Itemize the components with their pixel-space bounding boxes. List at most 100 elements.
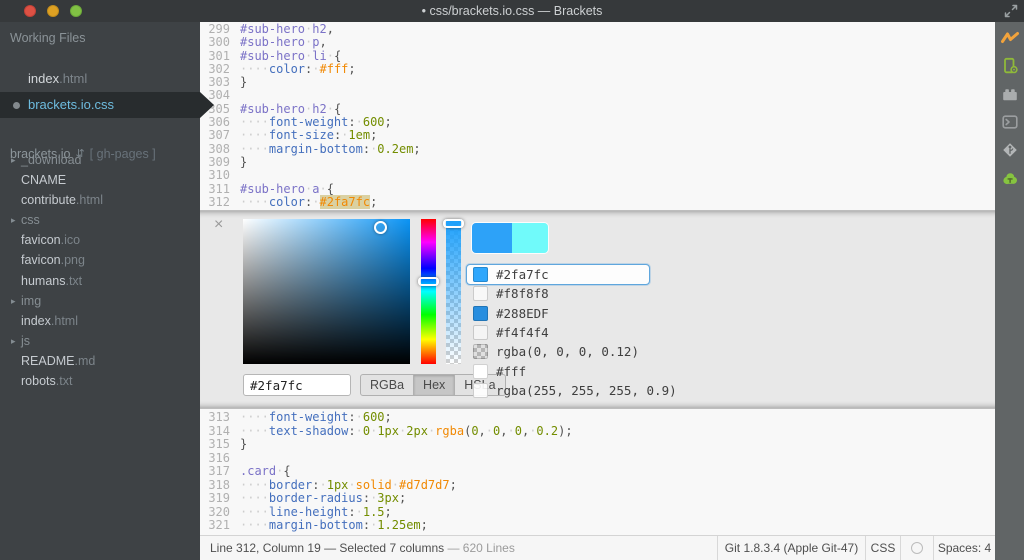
file-name: favicon [21, 233, 61, 247]
code-line[interactable]: 315} [200, 438, 995, 452]
folder-disclosure-icon: ▸ [11, 331, 16, 351]
tree-item-file[interactable]: index.html [0, 311, 200, 331]
cursor-position-status: Line 312, Column 19 — Selected 7 columns… [200, 541, 717, 555]
code-token: ); [558, 424, 572, 438]
color-swatch-item[interactable]: #288EDF [467, 304, 649, 323]
color-swatch-label: #f8f8f8 [496, 286, 549, 301]
code-token: font-weight [269, 115, 348, 129]
code-line[interactable]: 300#sub-hero·p, [200, 36, 995, 49]
color-swatch-item[interactable]: #f8f8f8 [467, 284, 649, 303]
tree-item-folder[interactable]: ▸img [0, 291, 200, 311]
hue-slider[interactable] [421, 219, 436, 364]
code-line[interactable]: 314····text-shadow:·0·1px·2px·rgba(0,·0,… [200, 425, 995, 439]
color-swatch-item[interactable]: #f4f4f4 [467, 323, 649, 342]
code-line[interactable]: 320····line-height:·1.5; [200, 506, 995, 520]
code-token: border-radius [269, 491, 363, 505]
language-status[interactable]: CSS [865, 536, 900, 560]
tree-item-folder[interactable]: ▸css [0, 210, 200, 230]
close-icon[interactable]: × [214, 217, 223, 233]
tree-item-file[interactable]: README.md [0, 351, 200, 371]
extension-manager-icon[interactable] [1001, 85, 1019, 103]
color-swatch-icon [473, 306, 488, 321]
code-line[interactable]: 299#sub-hero·h2, [200, 23, 995, 36]
code-line[interactable]: 308····margin-bottom:·0.2em; [200, 143, 995, 156]
hex-format-button[interactable]: Hex [413, 374, 455, 396]
tree-item-folder[interactable]: ▸js [0, 331, 200, 351]
file-extension: .png [61, 253, 85, 267]
code-line[interactable]: 305#sub-hero·h2·{ [200, 103, 995, 116]
opacity-slider-handle[interactable] [443, 219, 464, 228]
live-preview-icon[interactable] [1001, 29, 1019, 47]
code-line[interactable]: 304 [200, 89, 995, 102]
extension-toolbar [995, 22, 1024, 560]
saturation-picker-handle[interactable] [374, 221, 387, 234]
hue-slider-handle[interactable] [418, 277, 439, 286]
sync-cloud-icon[interactable] [1001, 169, 1019, 187]
code-token: · [327, 49, 334, 63]
code-line[interactable]: 318····border:·1px·solid·#d7d7d7; [200, 479, 995, 493]
brackets-window: • css/brackets.io.css — Brackets Working… [0, 0, 1024, 560]
tree-item-file[interactable]: favicon.png [0, 250, 200, 270]
rgba-format-button[interactable]: RGBa [360, 374, 414, 396]
code-line[interactable]: 321····margin-bottom:·1.25em; [200, 519, 995, 533]
color-swatch-item[interactable]: rgba(255, 255, 255, 0.9) [467, 381, 649, 400]
code-line[interactable]: 317.card·{ [200, 465, 995, 479]
code-line[interactable]: 312····color:·#2fa7fc; [200, 196, 995, 209]
editor-pane-top[interactable]: 299#sub-hero·h2,300#sub-hero·p,301#sub-h… [200, 22, 995, 210]
tree-item-file[interactable]: favicon.ico [0, 230, 200, 250]
code-token: 3px [377, 491, 399, 505]
tree-item-file[interactable]: humans.txt [0, 271, 200, 291]
line-number: 300 [200, 36, 240, 49]
git-icon[interactable] [1001, 141, 1019, 159]
editor-pane-bottom[interactable]: 313····font-weight:·600;314····text-shad… [200, 409, 995, 535]
code-line[interactable]: 313····font-weight:·600; [200, 411, 995, 425]
tree-item-file[interactable]: robots.txt [0, 371, 200, 391]
code-line[interactable]: 307····font-size:·1em; [200, 129, 995, 142]
code-token: { [327, 182, 334, 196]
terminal-icon[interactable] [1001, 113, 1019, 131]
working-file-item[interactable]: brackets.io.css [0, 92, 200, 118]
color-swatch-item[interactable]: #fff [467, 361, 649, 380]
indent-setting-status[interactable]: Spaces: 4 [933, 536, 995, 560]
file-name: contribute [21, 193, 76, 207]
expand-icon[interactable] [1004, 4, 1018, 18]
code-token: h2 [312, 22, 326, 36]
code-token: #sub-hero [240, 22, 305, 36]
tree-item-folder[interactable]: ▸_download [0, 150, 200, 170]
working-file-item[interactable]: index.html [0, 66, 200, 92]
code-token: : [363, 491, 370, 505]
code-token: margin-bottom [269, 518, 363, 532]
code-line[interactable]: 316 [200, 452, 995, 466]
code-line[interactable]: 306····font-weight:·600; [200, 116, 995, 129]
line-number: 302 [200, 63, 240, 76]
saturation-value-square[interactable] [243, 219, 410, 364]
color-swatch-item[interactable]: rgba(0, 0, 0, 0.12) [467, 342, 649, 361]
code-line[interactable]: 310 [200, 169, 995, 182]
code-line[interactable]: 319····border-radius:·3px; [200, 492, 995, 506]
file-extension: .txt [56, 374, 73, 388]
code-line[interactable]: 309} [200, 156, 995, 169]
tree-item-file[interactable]: CNAME [0, 170, 200, 190]
code-line[interactable]: 303} [200, 76, 995, 89]
code-token: #sub-hero [240, 49, 305, 63]
opacity-slider[interactable] [446, 219, 461, 364]
code-line[interactable]: 302····color:·#fff; [200, 63, 995, 76]
code-line[interactable]: 301#sub-hero·li·{ [200, 50, 995, 63]
code-token: font-size [269, 128, 334, 142]
code-token: · [486, 424, 493, 438]
tree-item-file[interactable]: contribute.html [0, 190, 200, 210]
code-token: : [363, 142, 370, 156]
code-line[interactable]: 311#sub-hero·a·{ [200, 183, 995, 196]
folder-disclosure-icon: ▸ [11, 150, 16, 170]
color-swatch-item[interactable]: #2fa7fc [467, 265, 649, 284]
color-value-input[interactable] [243, 374, 351, 396]
line-number: 319 [200, 492, 240, 506]
window-title: • css/brackets.io.css — Brackets [0, 0, 1024, 22]
code-token: #sub-hero [240, 182, 305, 196]
code-token: } [240, 155, 247, 169]
git-version-status[interactable]: Git 1.8.3.4 (Apple Git-47) [717, 536, 865, 560]
lint-status[interactable] [900, 536, 933, 560]
mobile-preview-icon[interactable] [1001, 57, 1019, 75]
file-name: brackets.io.css [28, 97, 114, 112]
file-name: CNAME [21, 173, 66, 187]
